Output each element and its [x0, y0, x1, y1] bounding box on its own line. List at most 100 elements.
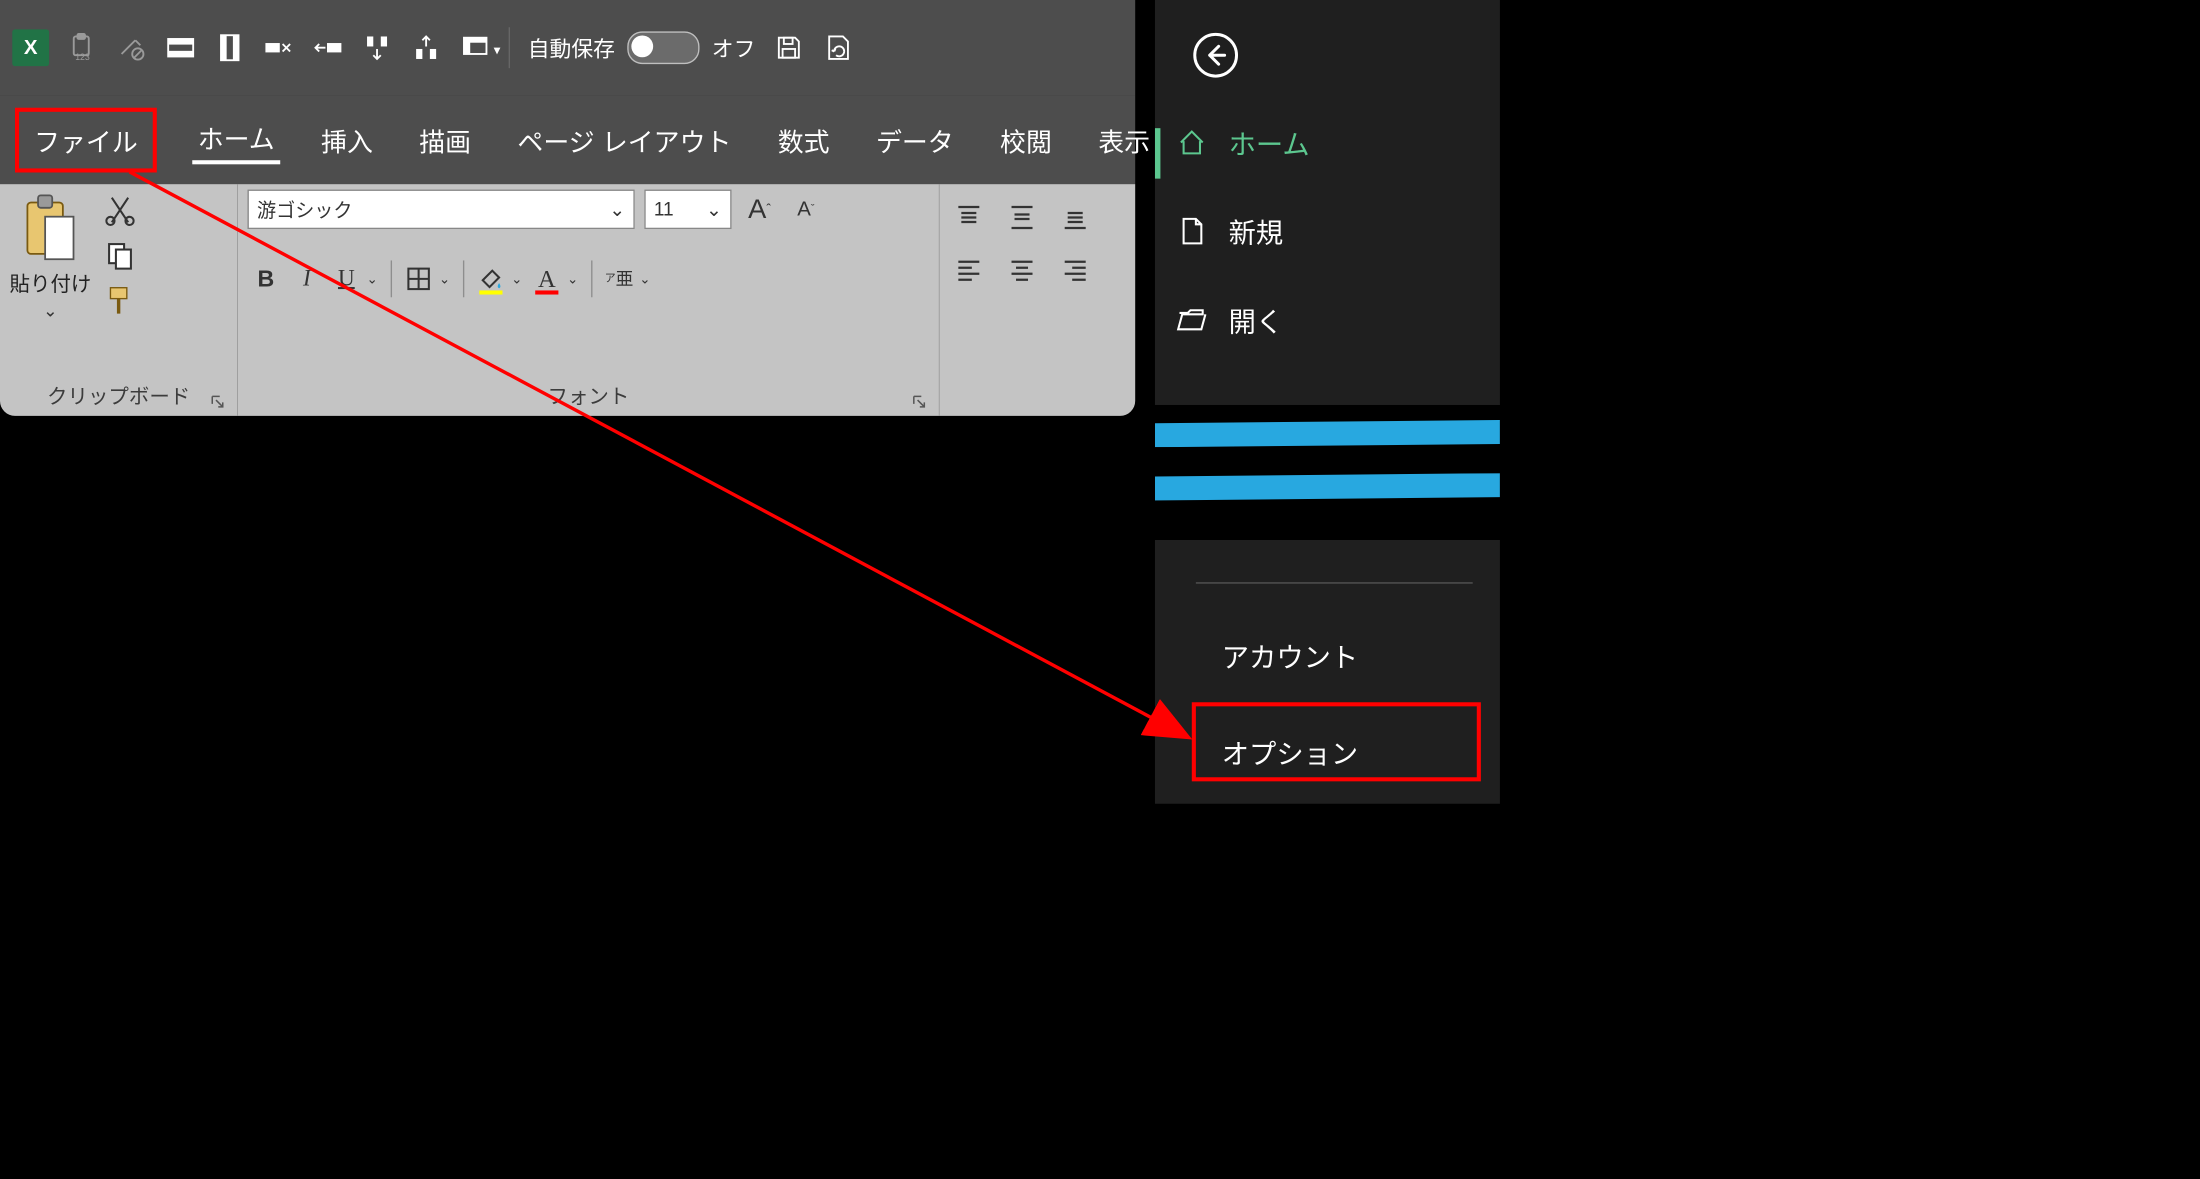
- backstage-item-new[interactable]: 新規: [1175, 211, 1309, 251]
- underline-button[interactable]: U ⌄: [329, 260, 381, 297]
- delete-row-left-icon[interactable]: [312, 32, 343, 63]
- tab-page-layout[interactable]: ページ レイアウト: [512, 118, 737, 161]
- divider: [1196, 582, 1473, 583]
- align-top-button[interactable]: [949, 198, 989, 238]
- tab-view[interactable]: 表示: [1093, 118, 1156, 161]
- new-file-icon: [1175, 215, 1208, 248]
- delete-row-right-icon[interactable]: [263, 32, 294, 63]
- excel-logo-icon: [12, 29, 49, 66]
- tab-review-label: 校閲: [1000, 129, 1052, 158]
- font-color-button[interactable]: A ⌄: [530, 260, 582, 297]
- tab-view-label: 表示: [1098, 129, 1150, 158]
- backstage-item-open[interactable]: 開く: [1175, 300, 1309, 340]
- divider: [391, 260, 392, 297]
- collapsed-section-indicator: [1155, 420, 1500, 522]
- home-icon: [1175, 126, 1208, 159]
- autosave-label: 自動保存: [528, 32, 615, 63]
- backstage-panel: ホーム 新規 開く: [1155, 0, 1500, 405]
- excel-window: 123 ▾ 自動保存 オフ: [0, 0, 1135, 804]
- insert-table-row-icon[interactable]: [165, 32, 196, 63]
- backstage-item-account[interactable]: アカウント: [1222, 635, 1358, 675]
- font-size-value: 11: [654, 198, 674, 220]
- filter-icon[interactable]: ▾: [460, 32, 491, 63]
- align-middle-button[interactable]: [1002, 198, 1042, 238]
- group-alignment: [940, 184, 1136, 416]
- italic-button[interactable]: I: [288, 260, 325, 297]
- chevron-down-icon[interactable]: ⌄: [564, 270, 582, 287]
- group-font-label: フォント: [547, 380, 629, 410]
- decrease-font-size-button[interactable]: Aˇ: [787, 191, 824, 228]
- paste-button[interactable]: 貼り付け ⌄: [10, 190, 92, 322]
- tab-formulas[interactable]: 数式: [772, 118, 835, 161]
- group-clipboard-label: クリップボード: [47, 380, 190, 410]
- tab-review[interactable]: 校閲: [995, 118, 1058, 161]
- borders-button[interactable]: ⌄: [402, 260, 454, 297]
- cut-icon[interactable]: [104, 194, 137, 227]
- open-folder-icon: [1175, 303, 1208, 336]
- active-indicator: [1155, 128, 1160, 178]
- borders-icon: [406, 267, 431, 292]
- back-button[interactable]: [1192, 31, 1240, 79]
- tab-data[interactable]: データ: [870, 118, 959, 161]
- divider: [591, 260, 592, 297]
- font-size-combo[interactable]: 11⌄: [644, 190, 731, 230]
- backstage-new-label: 新規: [1229, 211, 1284, 251]
- backstage-item-home[interactable]: ホーム: [1175, 123, 1309, 163]
- backstage-open-label: 開く: [1229, 300, 1284, 340]
- backstage-account-label: アカウント: [1222, 643, 1358, 673]
- autosave-control[interactable]: 自動保存 オフ: [528, 31, 756, 64]
- divider: [463, 260, 464, 297]
- ribbon-tabs: ファイル ホーム 挿入 描画 ページ レイアウト 数式 データ 校閲 表示: [0, 95, 1135, 184]
- save-icon[interactable]: [773, 32, 804, 63]
- tab-home[interactable]: ホーム: [192, 116, 280, 164]
- chevron-down-icon[interactable]: ⌄: [436, 270, 454, 287]
- underline-label: U: [329, 260, 363, 297]
- tab-insert[interactable]: 挿入: [316, 118, 379, 161]
- tab-draw[interactable]: 描画: [414, 118, 477, 161]
- ribbon: 貼り付け ⌄ クリップボード 游ゴ: [0, 184, 1135, 416]
- tab-draw-label: 描画: [419, 129, 471, 158]
- refresh-icon[interactable]: [822, 32, 853, 63]
- paste-label: 貼り付け: [10, 267, 92, 297]
- increase-font-size-button[interactable]: Aˆ: [741, 191, 778, 228]
- backstage-home-label: ホーム: [1229, 123, 1310, 163]
- dialog-launcher-icon[interactable]: [210, 394, 225, 409]
- quick-access-toolbar: 123 ▾ 自動保存 オフ: [0, 0, 1135, 95]
- paste-values-icon[interactable]: 123: [67, 32, 98, 63]
- paint-bucket-icon: [479, 267, 504, 292]
- tab-home-label: ホーム: [198, 126, 275, 155]
- phonetic-guide-button[interactable]: ア亜 ⌄: [602, 260, 654, 297]
- align-right-button[interactable]: [1055, 250, 1095, 290]
- backstage-panel-bottom: アカウント オプション: [1155, 540, 1500, 804]
- clear-format-icon[interactable]: [116, 32, 147, 63]
- chevron-down-icon[interactable]: ⌄: [363, 270, 381, 287]
- tab-file[interactable]: ファイル: [15, 107, 157, 172]
- format-painter-icon[interactable]: [104, 284, 137, 317]
- font-name-combo[interactable]: 游ゴシック⌄: [247, 190, 634, 230]
- freeze-panes-down-icon[interactable]: [361, 32, 392, 63]
- tab-formulas-label: 数式: [778, 129, 830, 158]
- group-clipboard: 貼り付け ⌄ クリップボード: [0, 184, 238, 416]
- freeze-panes-up-icon[interactable]: [410, 32, 441, 63]
- copy-icon[interactable]: [104, 239, 137, 272]
- tab-data-label: データ: [876, 129, 954, 158]
- group-font: 游ゴシック⌄ 11⌄ Aˆ Aˇ B I U ⌄: [238, 184, 940, 416]
- chevron-down-icon: ⌄: [609, 198, 625, 220]
- insert-table-col-icon[interactable]: [214, 32, 245, 63]
- tab-insert-label: 挿入: [321, 129, 373, 158]
- autosave-state: オフ: [712, 32, 756, 63]
- dialog-launcher-icon[interactable]: [912, 394, 927, 409]
- chevron-down-icon[interactable]: ⌄: [43, 300, 58, 321]
- chevron-down-icon[interactable]: ⌄: [636, 270, 654, 287]
- autosave-toggle[interactable]: [627, 31, 699, 64]
- align-center-button[interactable]: [1002, 250, 1042, 290]
- chevron-down-icon[interactable]: ⌄: [508, 270, 526, 287]
- bold-button[interactable]: B: [247, 260, 284, 297]
- fill-color-button[interactable]: ⌄: [474, 260, 526, 297]
- align-left-button[interactable]: [949, 250, 989, 290]
- align-bottom-button[interactable]: [1055, 198, 1095, 238]
- svg-text:123: 123: [75, 52, 90, 62]
- tab-page-layout-label: ページ レイアウト: [517, 129, 731, 158]
- qat-separator: [509, 27, 510, 68]
- tab-file-label: ファイル: [34, 129, 138, 158]
